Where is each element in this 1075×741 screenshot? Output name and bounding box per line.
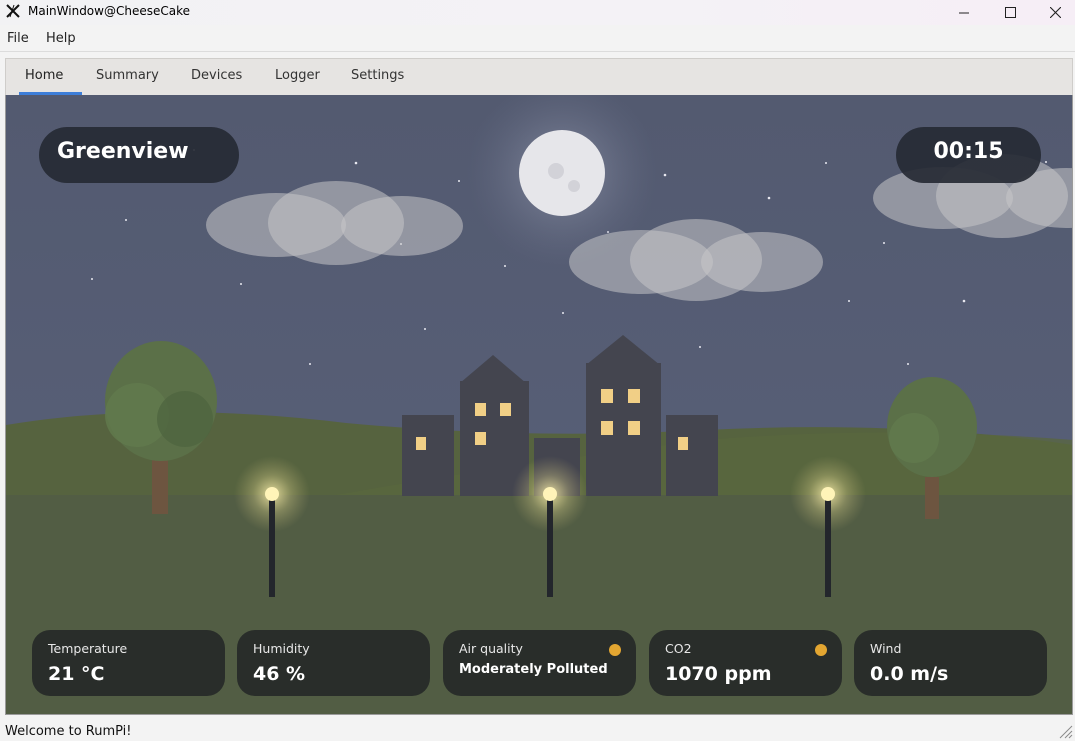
- resize-grip-icon[interactable]: [1057, 723, 1073, 739]
- card-label: Humidity: [253, 641, 310, 656]
- wind-card: Wind 0.0 m/s: [854, 630, 1047, 696]
- status-indicator-dot: [815, 644, 827, 656]
- status-indicator-dot: [609, 644, 621, 656]
- clock-display: 00:15: [896, 127, 1041, 183]
- tab-devices[interactable]: Devices: [191, 59, 242, 96]
- minimize-icon: [959, 12, 969, 13]
- tab-bar: Home Summary Devices Logger Settings: [5, 58, 1073, 95]
- close-button[interactable]: [1032, 0, 1075, 25]
- minimize-button[interactable]: [941, 0, 987, 25]
- night-town-illustration: [6, 95, 1072, 714]
- card-value: 1070 ppm: [665, 663, 772, 685]
- maximize-icon: [1004, 7, 1016, 18]
- card-value: 21 °C: [48, 663, 105, 685]
- co2-card: CO2 1070 ppm: [649, 630, 842, 696]
- title-bar: MainWindow@CheeseCake: [0, 0, 1075, 25]
- humidity-card: Humidity 46 %: [237, 630, 430, 696]
- maximize-button[interactable]: [987, 0, 1033, 25]
- home-scene: Greenview 00:15 Temperature 21 °C Humidi…: [5, 95, 1073, 715]
- window-title: MainWindow@CheeseCake: [28, 4, 190, 18]
- menu-bar: File Help: [0, 25, 1075, 52]
- tab-logger[interactable]: Logger: [275, 59, 320, 96]
- card-value: 0.0 m/s: [870, 663, 949, 685]
- tab-home[interactable]: Home: [25, 59, 63, 96]
- card-value: 46 %: [253, 663, 306, 685]
- card-label: Wind: [870, 641, 902, 656]
- menu-help[interactable]: Help: [46, 31, 76, 46]
- status-bar: Welcome to RumPi!: [0, 716, 1075, 741]
- tab-settings[interactable]: Settings: [351, 59, 404, 96]
- location-label: Greenview: [39, 127, 239, 183]
- air-quality-card: Air quality Moderately Polluted: [443, 630, 636, 696]
- card-value: Moderately Polluted: [459, 662, 608, 677]
- card-label: Temperature: [48, 641, 128, 656]
- tab-summary[interactable]: Summary: [96, 59, 159, 96]
- main-window: MainWindow@CheeseCake File Help Home Sum…: [0, 0, 1075, 741]
- temperature-card: Temperature 21 °C: [32, 630, 225, 696]
- card-label: CO2: [665, 641, 692, 656]
- x-logo-icon: [5, 3, 23, 21]
- close-icon: [1049, 7, 1061, 18]
- menu-file[interactable]: File: [7, 31, 29, 46]
- status-message: Welcome to RumPi!: [5, 724, 132, 739]
- card-label: Air quality: [459, 641, 523, 656]
